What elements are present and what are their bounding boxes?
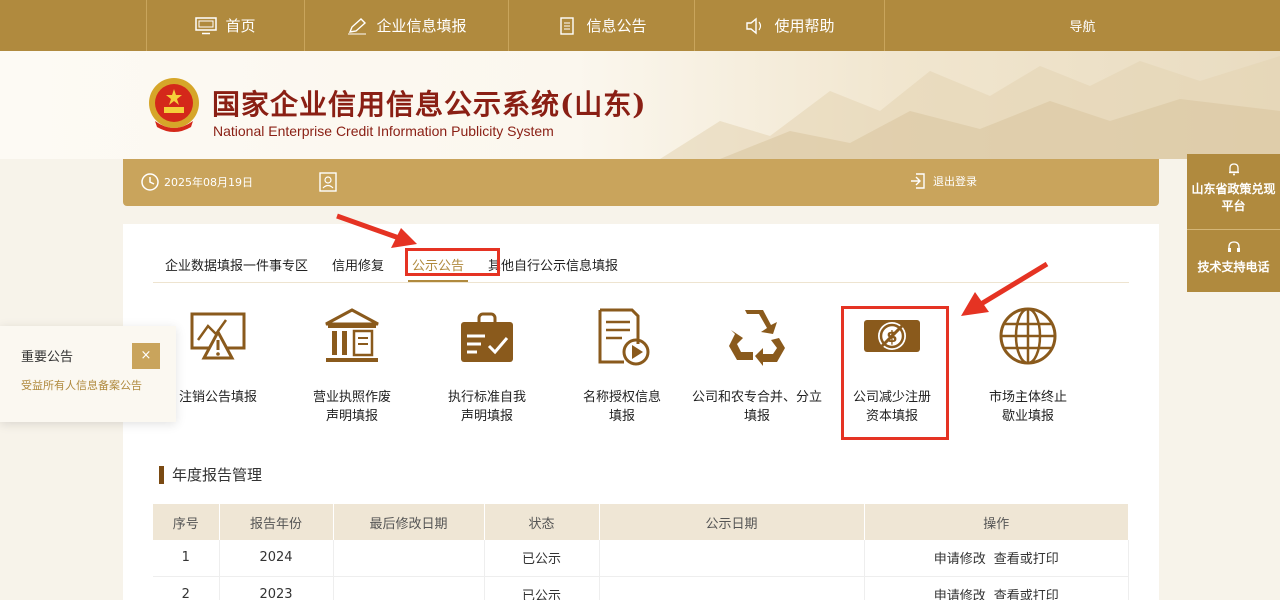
user-card-icon[interactable]	[318, 171, 338, 193]
notice-close-button[interactable]: ×	[132, 343, 160, 369]
tab-public-announcement[interactable]: 公示公告	[400, 246, 476, 284]
func-label: 公司和农专合并、分立 填报	[691, 390, 822, 424]
table-header-row: 序号 报告年份 最后修改日期 状态 公示日期 操作	[153, 504, 1129, 540]
bell-icon	[1228, 163, 1239, 176]
main-content: 企业数据填报一件事专区 信用修复 公示公告 其他自行公示信息填报 注销公告填报	[123, 213, 1159, 600]
annual-report-title: 年度报告管理	[172, 466, 263, 484]
apply-modify-link[interactable]: 申请修改	[934, 589, 986, 600]
cell-year: 2023	[219, 576, 334, 600]
info-bar: 2025年08月19日 退出登录	[123, 159, 1159, 206]
speaker-icon	[746, 17, 762, 34]
col-header-modified: 最后修改日期	[333, 504, 485, 540]
date-display: 2025年08月19日	[140, 172, 253, 192]
policy-platform-link[interactable]: 山东省政策兑现平台	[1187, 154, 1280, 230]
annual-report-table: 序号 报告年份 最后修改日期 状态 公示日期 操作 1 2024 已公示 申请修…	[153, 504, 1129, 600]
annual-report-section-title: 年度报告管理	[159, 464, 262, 485]
cell-published	[599, 540, 865, 577]
nav-guide-label: 导航	[1069, 20, 1096, 35]
col-header-operations: 操作	[864, 504, 1129, 540]
support-phone-label: 技术支持电话	[1197, 260, 1270, 274]
monitor-icon	[195, 16, 218, 34]
nav-fill-label: 企业信息填报	[376, 17, 467, 35]
func-market-termination[interactable]: 市场主体终止 歇业填报	[963, 304, 1093, 426]
cell-modified	[333, 540, 485, 577]
bank-building-icon	[325, 308, 379, 362]
func-capital-reduction[interactable]: $ 公司减少注册资本填报	[827, 304, 957, 426]
notice-title: 重要公告	[21, 350, 74, 365]
logout-icon	[911, 173, 925, 189]
nav-info-notice[interactable]: 信息公告	[508, 0, 694, 51]
cell-operations: 申请修改 查看或打印	[864, 576, 1129, 600]
tab-bar: 企业数据填报一件事专区 信用修复 公示公告 其他自行公示信息填报	[153, 246, 630, 284]
col-header-status: 状态	[484, 504, 600, 540]
top-navigation: 首页 企业信息填报 信息公告 使用帮助 导航	[0, 0, 1280, 51]
nav-help-label: 使用帮助	[774, 17, 835, 35]
pen-icon	[348, 17, 367, 34]
cell-published	[599, 576, 865, 600]
nav-home-label: 首页	[225, 17, 256, 35]
cell-modified	[333, 576, 485, 600]
cell-year: 2024	[219, 540, 334, 577]
view-print-link[interactable]: 查看或打印	[994, 589, 1059, 600]
nav-info-fill[interactable]: 企业信息填报	[304, 0, 508, 51]
cell-status: 已公示	[484, 540, 600, 577]
logout-label: 退出登录	[933, 175, 977, 188]
clock-icon	[141, 173, 159, 191]
section-marker	[159, 465, 164, 484]
nav-home[interactable]: 首页	[146, 0, 304, 51]
support-phone-link[interactable]: 技术支持电话	[1187, 230, 1280, 292]
func-label: 执行标准自我 声明填报	[447, 390, 526, 424]
cancel-warning-icon	[190, 312, 246, 360]
tabs-divider	[153, 282, 1129, 283]
recycle-icon	[729, 310, 785, 366]
cell-no: 2	[153, 576, 220, 600]
table-row: 1 2024 已公示 申请修改 查看或打印	[153, 540, 1129, 577]
important-notice-panel: 重要公告 × 受益所有人信息备案公告	[0, 326, 176, 422]
cell-operations: 申请修改 查看或打印	[864, 540, 1129, 577]
document-play-icon	[598, 308, 650, 366]
logout-button[interactable]: 退出登录	[909, 172, 977, 190]
nav-guide[interactable]: 导航	[884, 0, 1280, 51]
nav-help[interactable]: 使用帮助	[694, 0, 884, 51]
document-icon	[560, 16, 575, 35]
func-label: 营业执照作废 声明填报	[312, 390, 391, 424]
site-subtitle: National Enterprise Credit Information P…	[213, 123, 554, 139]
policy-platform-label: 山东省政策兑现平台	[1191, 182, 1276, 213]
col-header-year: 报告年份	[219, 504, 334, 540]
right-side-panel: 山东省政策兑现平台 技术支持电话	[1187, 154, 1280, 292]
national-emblem-icon	[149, 78, 199, 132]
function-grid: 注销公告填报 营业执照作废 声明填报 执行标准自我 声明填报 名称授权信息 填报…	[153, 304, 1129, 434]
func-label: 市场主体终止 歇业填报	[988, 390, 1067, 424]
col-header-no: 序号	[153, 504, 220, 540]
func-license-void[interactable]: 营业执照作废 声明填报	[287, 304, 417, 426]
apply-modify-link[interactable]: 申请修改	[934, 552, 986, 567]
clipboard-check-icon	[461, 312, 513, 362]
site-title: 国家企业信用信息公示系统(山东)	[212, 88, 647, 121]
header-banner: 国家企业信用信息公示系统(山东) National Enterprise Cre…	[0, 51, 1280, 159]
no-money-icon: $	[864, 320, 920, 352]
date-text: 2025年08月19日	[164, 176, 253, 189]
tab-other-disclosure[interactable]: 其他自行公示信息填报	[476, 246, 630, 284]
tab-credit-repair[interactable]: 信用修复	[320, 246, 396, 284]
table-row: 2 2023 已公示 申请修改 查看或打印	[153, 576, 1129, 600]
notice-link[interactable]: 受益所有人信息备案公告	[21, 377, 142, 393]
globe-icon	[999, 307, 1057, 365]
headset-icon	[1227, 241, 1240, 252]
cell-no: 1	[153, 540, 220, 577]
func-name-authorization[interactable]: 名称授权信息 填报	[557, 304, 687, 426]
tab-enterprise-data[interactable]: 企业数据填报一件事专区	[153, 246, 320, 284]
func-label: 名称授权信息 填报	[582, 390, 661, 424]
func-label: 公司减少注册 资本填报	[852, 390, 931, 424]
mountain-background-image	[660, 56, 1280, 159]
func-merger-split[interactable]: 公司和农专合并、分立 填报	[687, 304, 827, 426]
func-standard-declaration[interactable]: 执行标准自我 声明填报	[422, 304, 552, 426]
nav-notice-label: 信息公告	[586, 17, 647, 35]
col-header-published: 公示日期	[599, 504, 865, 540]
cell-status: 已公示	[484, 576, 600, 600]
view-print-link[interactable]: 查看或打印	[994, 552, 1059, 567]
